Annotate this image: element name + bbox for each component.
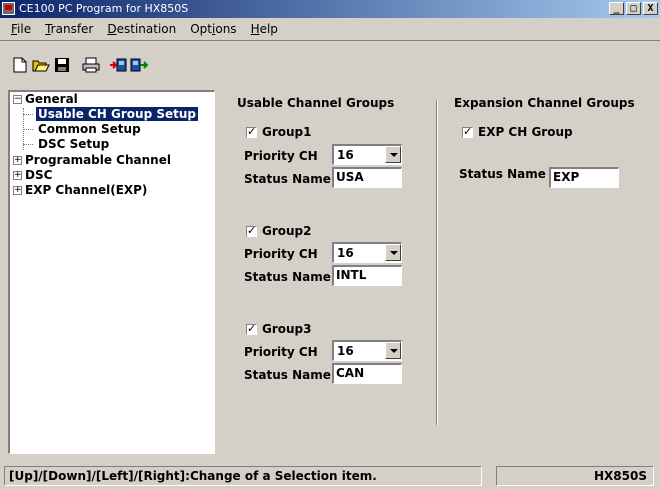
checkmark-icon: ✓ <box>247 223 257 237</box>
settings-tree[interactable]: − General Usable CH Group Setup Common S… <box>8 90 215 454</box>
group2-priority-select[interactable]: 16 <box>332 242 402 263</box>
tree-connector <box>23 144 33 145</box>
dropdown-arrow-icon[interactable] <box>385 146 401 163</box>
read-from-radio-icon[interactable] <box>109 56 127 74</box>
menu-bar: File Transfer Destination Options Help <box>0 19 660 38</box>
dropdown-arrow-icon[interactable] <box>385 244 401 261</box>
expand-icon[interactable]: + <box>13 186 22 195</box>
open-folder-icon[interactable] <box>32 56 50 74</box>
menu-destination[interactable]: Destination <box>100 22 183 36</box>
group2-label: Group2 <box>262 224 312 238</box>
menu-destination-label: estination <box>116 21 177 36</box>
menu-file[interactable]: File <box>4 22 38 36</box>
group1-priority-value: 16 <box>337 148 354 162</box>
menu-destination-accel: D <box>107 21 117 36</box>
tree-item-programable-channel[interactable]: Programable Channel <box>25 153 171 167</box>
group1-priority-select[interactable]: 16 <box>332 144 402 165</box>
tree-item-general[interactable]: General <box>25 92 78 106</box>
status-hint: [Up]/[Down]/[Left]/[Right]:Change of a S… <box>4 466 482 486</box>
expand-icon[interactable]: + <box>13 171 22 180</box>
tree-item-exp-channel[interactable]: EXP Channel(EXP) <box>25 183 147 197</box>
app-icon[interactable] <box>2 2 15 15</box>
dropdown-arrow-icon[interactable] <box>385 342 401 359</box>
new-file-icon[interactable] <box>11 56 29 74</box>
status-model: HX850S <box>496 466 654 486</box>
group3-priority-select[interactable]: 16 <box>332 340 402 361</box>
group1-status-input[interactable]: USA <box>332 167 402 188</box>
minimize-button[interactable]: _ <box>609 2 624 15</box>
exp-group-checkbox-row[interactable]: ✓ EXP CH Group <box>462 125 573 139</box>
checkmark-icon: ✓ <box>247 321 257 335</box>
group1-priority-label: Priority CH <box>244 149 318 163</box>
tree-item-dsc[interactable]: DSC <box>25 168 52 182</box>
section-divider <box>436 100 438 425</box>
menu-options[interactable]: Options <box>183 22 243 36</box>
group3-label: Group3 <box>262 322 312 336</box>
toolbar <box>0 40 660 88</box>
menu-transfer[interactable]: Transfer <box>38 22 100 36</box>
tree-item-usable-ch-group-setup[interactable]: Usable CH Group Setup <box>36 107 199 121</box>
group2-priority-value: 16 <box>337 246 354 260</box>
usable-channel-groups-heading: Usable Channel Groups <box>237 96 395 110</box>
group1-checkbox-row[interactable]: ✓ Group1 <box>246 125 312 139</box>
expansion-channel-groups-heading: Expansion Channel Groups <box>454 96 635 110</box>
group3-status-input[interactable]: CAN <box>332 363 402 384</box>
window-title: CE100 PC Program for HX850S <box>19 2 189 15</box>
exp-group-checkbox[interactable]: ✓ <box>462 124 473 138</box>
tree-item-dsc-setup[interactable]: DSC Setup <box>38 137 109 151</box>
group3-checkbox[interactable]: ✓ <box>246 321 257 335</box>
checkmark-icon: ✓ <box>463 124 473 138</box>
group3-checkbox-row[interactable]: ✓ Group3 <box>246 322 312 336</box>
expand-icon[interactable]: + <box>13 156 22 165</box>
group2-checkbox[interactable]: ✓ <box>246 223 257 237</box>
group2-priority-label: Priority CH <box>244 247 318 261</box>
title-bar[interactable]: CE100 PC Program for HX850S _ □ X <box>0 0 660 18</box>
save-icon[interactable] <box>53 56 71 74</box>
window-controls: _ □ X <box>609 2 658 15</box>
print-icon[interactable] <box>82 56 100 74</box>
checkmark-icon: ✓ <box>247 124 257 138</box>
group3-priority-value: 16 <box>337 344 354 358</box>
group3-priority-label: Priority CH <box>244 345 318 359</box>
exp-status-input[interactable]: EXP <box>549 167 619 188</box>
group1-checkbox[interactable]: ✓ <box>246 124 257 138</box>
group1-status-label: Status Name <box>244 172 331 186</box>
close-button[interactable]: X <box>643 2 658 15</box>
group2-status-label: Status Name <box>244 270 331 284</box>
tree-item-usable-ch-group-setup-label: Usable CH Group Setup <box>36 107 199 121</box>
maximize-button[interactable]: □ <box>626 2 641 15</box>
tree-connector <box>23 114 33 115</box>
write-to-radio-icon[interactable] <box>130 56 148 74</box>
group2-status-input[interactable]: INTL <box>332 265 402 286</box>
collapse-icon[interactable]: − <box>13 95 22 104</box>
group2-checkbox-row[interactable]: ✓ Group2 <box>246 224 312 238</box>
menu-file-label: ile <box>17 21 32 36</box>
group1-label: Group1 <box>262 125 312 139</box>
group3-status-label: Status Name <box>244 368 331 382</box>
menu-help[interactable]: Help <box>244 22 285 36</box>
menu-help-accel: H <box>250 21 260 36</box>
tree-item-common-setup[interactable]: Common Setup <box>38 122 141 136</box>
menu-options-label-pre: Opt <box>190 21 213 36</box>
menu-options-label: ons <box>215 21 237 36</box>
menu-transfer-label: ransfer <box>50 21 94 36</box>
exp-group-label: EXP CH Group <box>478 125 573 139</box>
exp-status-label: Status Name <box>459 167 546 181</box>
menu-help-label: elp <box>259 21 278 36</box>
tree-connector <box>23 129 33 130</box>
